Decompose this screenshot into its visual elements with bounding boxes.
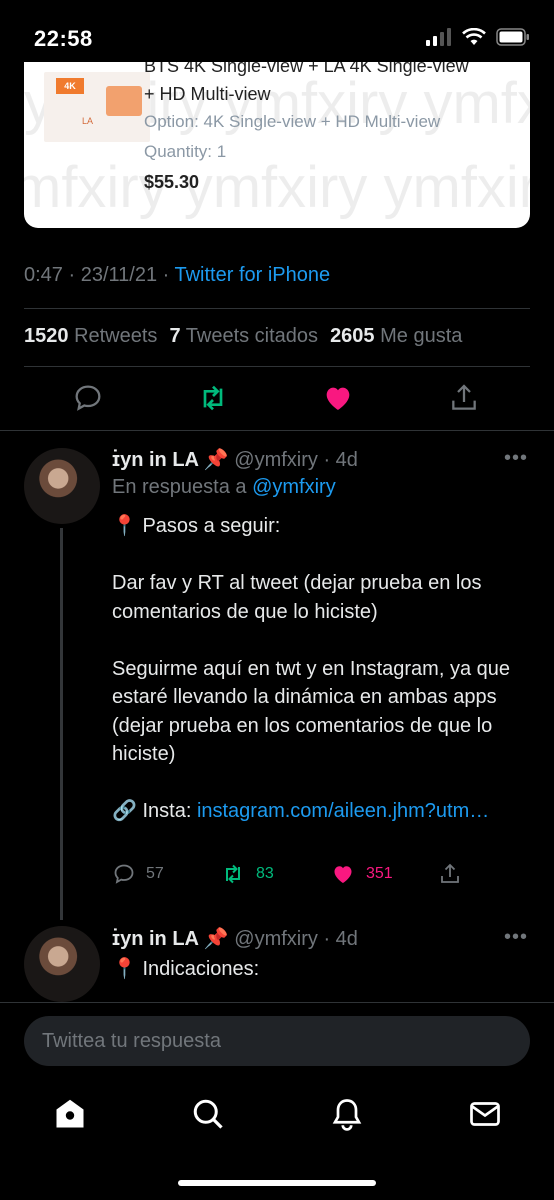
wifi-icon [462,28,486,45]
reply-paragraph: 📍 Pasos a seguir: [112,515,281,537]
reply-reply-button[interactable]: 57 [112,862,164,886]
retweet-icon [226,864,240,884]
signal-icon [426,28,451,46]
divider [24,308,530,309]
product-quantity: Quantity: 1 [144,142,227,161]
reply-author-name[interactable]: ɪ̇yn in LA 📌 [112,449,229,471]
tweet-timestamp: 0:47 · 23/11/21 · [24,264,175,286]
thumb-label: LA [82,116,94,126]
search-icon[interactable] [190,1096,226,1132]
reply-input[interactable]: Twittea tu respuesta [24,1016,530,1066]
retweet-count: 83 [256,865,274,882]
status-icons [426,28,530,46]
more-options-icon[interactable]: ••• [504,447,528,470]
instagram-link[interactable]: instagram.com/aileen.jhm?utm… [197,800,489,822]
share-icon[interactable] [448,382,480,414]
reply-paragraph: Seguirme aquí en twt y en Instagram, ya … [112,657,510,766]
reply-like-button[interactable]: 351 [330,862,393,886]
like-icon[interactable] [322,382,354,414]
stat-quotes[interactable]: 7 Tweets citados [169,325,318,348]
reply-body: 📍 Pasos a seguir: Dar fav y RT al tweet … [112,512,530,826]
tweet-stats: 1520 Retweets 7 Tweets citados 2605 Me g… [24,325,462,348]
reply-handle-time: @ymfxiry · 4d [234,928,358,950]
like-icon [334,866,352,883]
stat-retweets[interactable]: 1520 Retweets [24,325,157,348]
share-icon [441,863,459,883]
product-title-line1: BTS 4K Single-view + LA 4K Single-view [144,62,469,76]
reply-icon[interactable] [72,382,104,414]
tweet-actions [24,378,530,422]
home-icon[interactable] [52,1096,88,1132]
thumb-badge: 4K [56,78,84,94]
home-indicator[interactable] [178,1180,376,1186]
reply-share-button[interactable] [438,862,462,886]
product-title-line2: + HD Multi-view [144,84,271,104]
reply-retweet-button[interactable]: 83 [220,862,274,886]
reply-count: 57 [146,865,164,882]
reply-handle-time: @ymfxiry · 4d [234,449,358,471]
thread-line [60,528,63,920]
stat-likes[interactable]: 2605 Me gusta [330,325,462,348]
tab-bar [0,1090,554,1150]
retweet-icon[interactable] [197,382,229,414]
product-card[interactable]: ymfxiry ymfxiry ymfxiry ymfxiry ymfxiry … [24,62,530,228]
battery-icon [496,28,529,46]
notifications-icon[interactable] [329,1096,365,1132]
product-option: Option: 4K Single-view + HD Multi-view [144,112,441,131]
reply-author-name[interactable]: ɪ̇yn in LA 📌 [112,928,229,950]
avatar[interactable] [24,926,100,1002]
reply-paragraph: Dar fav y RT al tweet (dejar prueba en l… [112,572,482,623]
reply-icon [114,864,134,884]
reply-header: ɪ̇yn in LA 📌 @ymfxiry · 4d [112,926,358,951]
reply-preview: 📍 Indicaciones: [112,958,260,980]
more-options-icon[interactable]: ••• [504,926,528,949]
reply-header: ɪ̇yn in LA 📌 @ymfxiry · 4d [112,447,358,472]
product-price: $55.30 [144,172,200,192]
avatar[interactable] [24,448,100,524]
thumb-image [106,86,142,116]
reply-to-link[interactable]: @ymfxiry [252,476,336,498]
reply-actions: 57 83 351 [112,862,532,894]
divider [0,430,554,431]
tweet-source-link[interactable]: Twitter for iPhone [174,264,330,286]
product-thumbnail: 4K LA [44,72,150,142]
messages-icon[interactable] [467,1096,503,1132]
reply-link-line: 🔗 Insta: instagram.com/aileen.jhm?utm… [112,800,490,822]
tweet-meta: 0:47 · 23/11/21 · Twitter for iPhone [24,264,330,287]
divider [24,366,530,367]
divider [0,1002,554,1003]
reply-to-line: En respuesta a @ymfxiry [112,476,336,498]
status-time: 22:58 [34,26,93,51]
like-count: 351 [366,865,393,882]
